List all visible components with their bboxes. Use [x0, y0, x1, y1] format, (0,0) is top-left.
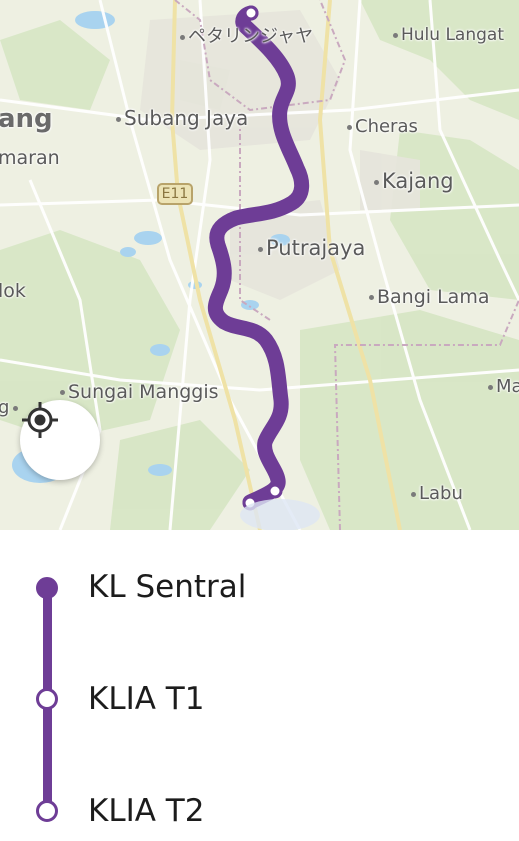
- place-label: g: [0, 397, 10, 418]
- stop-klia-t1[interactable]: KLIA T1: [88, 684, 204, 715]
- place-petaling-jaya: ペタリンジャヤ: [180, 28, 313, 46]
- stop-marker-hollow: [36, 800, 58, 822]
- place-dot: [347, 124, 352, 130]
- stop-marker-hollow: [36, 688, 58, 710]
- stop-klia-t2[interactable]: KLIA T2: [88, 796, 204, 827]
- place-lok: lok: [0, 282, 26, 301]
- place-label: ペタリンジャヤ: [188, 26, 314, 47]
- stop-marker-filled: [36, 577, 58, 599]
- place-bangi-lama: Bangi Lama: [369, 288, 489, 307]
- locate-me-button[interactable]: [20, 400, 100, 480]
- place-dot: [13, 405, 19, 411]
- place-subang-jaya: Subang Jaya: [116, 108, 248, 128]
- place-hulu-langat: Hulu Langat: [393, 27, 504, 44]
- place-maran: maran: [0, 149, 60, 168]
- place-sungai-manggis: Sungai Manggis: [60, 383, 219, 402]
- route-stops-panel: KL Sentral KLIA T1 KLIA T2: [0, 530, 519, 841]
- airport-area: [240, 499, 320, 530]
- place-label: Putrajaya: [266, 236, 366, 260]
- place-kajang: Kajang: [374, 171, 454, 192]
- highway-shield: E11: [157, 183, 193, 205]
- place-label: Labu: [419, 483, 463, 504]
- place-label: Hulu Langat: [401, 25, 504, 45]
- place-label: Cheras: [355, 116, 418, 137]
- place-label: Subang Jaya: [124, 106, 249, 130]
- place-label: Ma: [496, 376, 519, 397]
- place-cheras: Cheras: [347, 118, 418, 136]
- place-dot: [393, 32, 398, 38]
- place-label: lok: [0, 280, 26, 302]
- place-dot: [369, 295, 374, 300]
- place-dot: [116, 117, 121, 122]
- place-label: Bangi Lama: [377, 286, 490, 308]
- place-label: maran: [0, 147, 60, 169]
- place-putrajaya: Putrajaya: [258, 238, 365, 259]
- place-ma: Ma: [488, 378, 519, 396]
- stop-kl-sentral[interactable]: KL Sentral: [88, 572, 246, 603]
- place-labu: Labu: [411, 485, 463, 503]
- place-dot: [60, 390, 65, 395]
- route-end-dot: [243, 5, 259, 21]
- place-dot: [258, 246, 263, 252]
- place-g: g: [0, 399, 21, 417]
- locate-crosshair-icon: [22, 402, 58, 438]
- map-view[interactable]: E11 ペタリンジャヤ Hulu Langat ang Subang Jaya …: [0, 0, 519, 530]
- place-dot: [180, 34, 185, 40]
- place-dot: [488, 384, 493, 390]
- place-label: ang: [0, 104, 53, 134]
- place-dot: [374, 179, 379, 185]
- place-label: Kajang: [382, 169, 454, 193]
- route-end-dot: [267, 483, 283, 499]
- place-label: Sungai Manggis: [68, 381, 219, 403]
- place-klang: ang: [0, 106, 53, 132]
- place-dot: [411, 491, 416, 497]
